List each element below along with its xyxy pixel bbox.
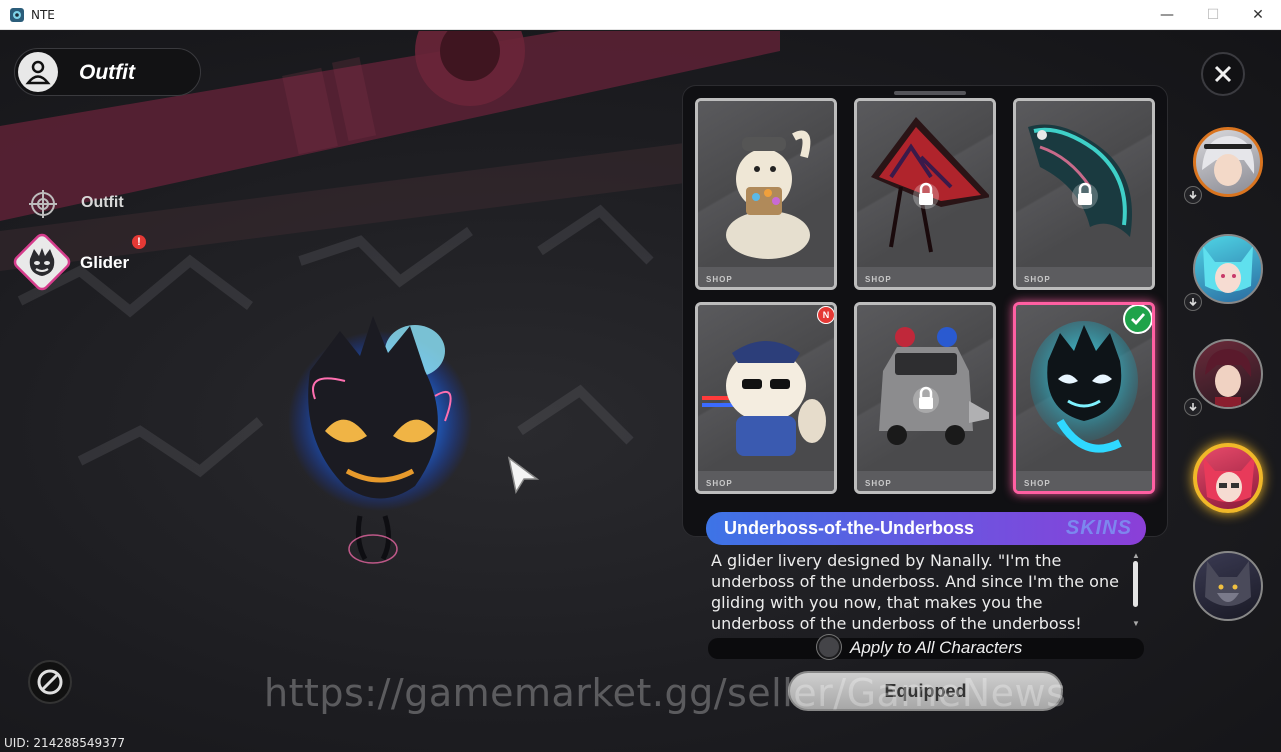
red-hair-portrait	[1203, 455, 1255, 502]
character-avatar-red-hair[interactable]	[1193, 443, 1263, 513]
equipped-button[interactable]: Equipped	[788, 671, 1063, 711]
character-avatar-cyan-hair[interactable]	[1193, 234, 1263, 304]
close-button[interactable]	[1201, 52, 1245, 96]
blue-flame-spirit-art	[1030, 321, 1138, 453]
card-footer-label: SHOP	[706, 275, 733, 284]
equipped-check-icon	[1123, 305, 1152, 334]
alert-badge: !	[132, 235, 146, 249]
panel-drag-handle[interactable]	[894, 91, 966, 95]
page-title: Outfit	[79, 61, 135, 84]
apply-all-toggle[interactable]	[817, 635, 841, 659]
mouse-cursor	[507, 456, 540, 495]
skin-card-hamster-police[interactable]: SHOP N	[695, 302, 837, 494]
description-scrollbar[interactable]	[1133, 561, 1138, 607]
card-footer-label: SHOP	[706, 479, 733, 488]
download-icon[interactable]	[1184, 398, 1202, 416]
lock-icon	[1072, 182, 1098, 209]
card-footer-label: SHOP	[1024, 479, 1051, 488]
uid-label: UID: 214288549377	[4, 736, 126, 750]
target-icon	[29, 190, 57, 218]
window-close-button[interactable]: ✕	[1235, 0, 1281, 30]
skin-card-police-car[interactable]: SHOP	[854, 302, 996, 494]
app-icon	[10, 8, 24, 22]
person-icon	[18, 52, 58, 92]
new-badge: N	[817, 306, 834, 324]
card-footer-label: SHOP	[865, 479, 892, 488]
download-icon[interactable]	[1184, 186, 1202, 204]
window-title: NTE	[31, 8, 55, 22]
glider-preview	[288, 316, 472, 564]
window-titlebar: NTE — ☐ ✕	[0, 0, 1281, 30]
glider-face-icon	[29, 248, 55, 276]
hide-ui-button[interactable]	[28, 660, 72, 704]
equipped-button-label: Equipped	[884, 681, 967, 701]
nav-item-glider-label: Glider	[80, 253, 130, 272]
character-avatar-silver-hair[interactable]	[1193, 127, 1263, 197]
skin-name: Underboss-of-the-Underboss	[724, 518, 975, 538]
card-footer-label: SHOP	[1024, 275, 1051, 284]
maximize-button[interactable]: ☐	[1190, 0, 1236, 30]
prohibited-icon	[37, 669, 63, 695]
wolf-portrait	[1205, 561, 1251, 606]
skin-name-bar: Underboss-of-the-Underboss SKINS	[706, 512, 1146, 545]
nav-item-outfit-label: Outfit	[81, 194, 124, 211]
hamster-police-art	[702, 341, 826, 456]
skin-card-koi-windsock[interactable]: SHOP	[1013, 98, 1155, 290]
skin-card-red-kite[interactable]: SHOP	[854, 98, 996, 290]
scroll-up-arrow-icon[interactable]: ▲	[1132, 551, 1140, 560]
skin-description: A glider livery designed by Nanally. "I'…	[711, 551, 1119, 633]
nav-item-glider[interactable]: Glider !	[14, 233, 154, 293]
maroon-hair-portrait	[1205, 349, 1252, 407]
skins-tag: SKINS	[1065, 517, 1132, 539]
minimize-button[interactable]: —	[1144, 0, 1190, 30]
game-viewport: Outfit Outfit Glider ! UID: 214288549377	[0, 31, 1281, 752]
character-avatar-maroon-hair[interactable]	[1193, 339, 1263, 409]
character-avatar-wolf[interactable]	[1193, 551, 1263, 621]
fox-doll-art	[726, 130, 811, 259]
silver-hair-portrait	[1202, 136, 1255, 186]
skin-card-blue-flame-spirit[interactable]: SHOP	[1013, 302, 1155, 494]
skin-card-fox-doll[interactable]: SHOP	[695, 98, 837, 290]
nav-item-outfit[interactable]: Outfit	[28, 187, 148, 219]
cyan-hair-portrait	[1203, 246, 1253, 293]
apply-all-label: Apply to All Characters	[850, 638, 1023, 657]
outfit-header-badge: Outfit	[14, 48, 201, 96]
download-icon[interactable]	[1184, 293, 1202, 311]
lock-icon	[913, 182, 939, 209]
lock-icon	[913, 386, 939, 413]
scroll-down-arrow-icon[interactable]: ▼	[1132, 619, 1140, 628]
card-footer-label: SHOP	[865, 275, 892, 284]
close-icon	[1214, 65, 1232, 83]
